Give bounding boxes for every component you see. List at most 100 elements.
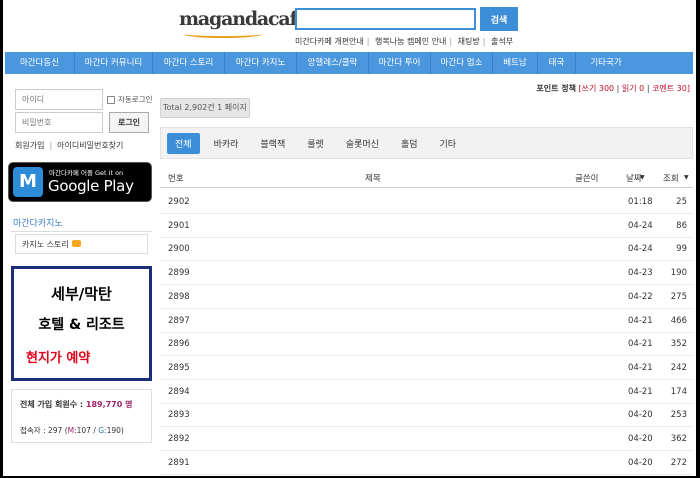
tab-blackjack[interactable]: 블랙잭 xyxy=(252,133,293,154)
id-input[interactable] xyxy=(15,89,103,110)
post-views: 99 xyxy=(676,244,687,255)
post-views: 272 xyxy=(670,457,687,468)
login-button[interactable]: 로그인 xyxy=(109,112,149,133)
password-input[interactable] xyxy=(15,112,103,133)
tab-baccarat[interactable]: 바카라 xyxy=(206,133,247,154)
table-header: 번호 제목 글쓴이 날짜 ▼ 조회 ▼ xyxy=(160,166,693,188)
search-input[interactable] xyxy=(295,8,476,30)
post-date: 04-20 xyxy=(628,410,653,421)
post-views: 242 xyxy=(670,362,687,373)
g-label: G: xyxy=(98,426,107,435)
visitor-label: 접속자 : 297 ( xyxy=(20,426,68,435)
post-views: 190 xyxy=(670,268,687,279)
post-date: 04-24 xyxy=(628,220,653,231)
new-badge-icon xyxy=(71,240,81,247)
col-views[interactable]: 조회 xyxy=(663,172,679,184)
app-logo-icon: M xyxy=(13,167,43,197)
tab-holdem[interactable]: 홀덤 xyxy=(393,133,426,154)
points-label: 포인트 정책 xyxy=(536,84,576,93)
tab-slots[interactable]: 슬롯머신 xyxy=(338,133,387,154)
sort-icon[interactable]: ▼ xyxy=(640,174,645,181)
post-date: 04-23 xyxy=(628,268,653,279)
nav-item[interactable]: 마간다 투어 xyxy=(369,52,431,74)
nav-item[interactable]: 마간다 스토리 xyxy=(153,52,225,74)
find-account-link[interactable]: 아이디비밀번호찾기 xyxy=(57,141,123,150)
member-count-value: 189,770 명 xyxy=(85,400,133,409)
table-row[interactable]: 2900[블랙잭] 솔레어 향기가 그립네요 (5) NEW제페리20...04… xyxy=(160,237,693,262)
nav-item[interactable]: 태국 xyxy=(538,52,576,74)
page-frame: magandacafe 검색 미간다카페 개편안내 | 행복나눔 캠페인 안내 | … xyxy=(3,0,696,476)
post-views: 86 xyxy=(676,220,687,231)
tab-etc[interactable]: 기타 xyxy=(432,133,465,154)
nav-item[interactable]: 앙헬레스/클락 xyxy=(297,52,369,74)
site-logo[interactable]: magandacafe xyxy=(175,6,309,40)
points-policy: 포인트 정책 [쓰기 300 | 읽기 0 | 코멘트 30] xyxy=(536,84,690,93)
table-row[interactable]: 2899[기타] 요즘같이 더울때는 (13) NEW HOT니스04-2319… xyxy=(160,261,693,286)
post-views: 352 xyxy=(670,339,687,350)
post-date: 04-21 xyxy=(628,315,653,326)
auto-login-checkbox[interactable]: 자동로그인 xyxy=(107,94,153,105)
google-play-banner[interactable]: M 마간다카페 어플 Get it on Google Play xyxy=(8,162,152,202)
table-row[interactable]: 2891[바카라] 방수곰 마카오5주차(마카오를 빙자한 홰주이야기) (22… xyxy=(160,451,693,475)
m-value: 107 xyxy=(76,426,91,435)
post-date: 04-20 xyxy=(628,457,653,468)
table-row[interactable]: 2893[블랙잭] 요한네스버그(2) (8) HOT번개불04-20253 xyxy=(160,403,693,428)
sort-icon[interactable]: ▼ xyxy=(684,174,689,181)
top-link[interactable]: 출석부 xyxy=(491,37,513,46)
nav-item[interactable]: 마간다 커뮤니티 xyxy=(75,52,153,74)
nav-item[interactable]: 마간다 카지노 xyxy=(225,52,297,74)
login-links: 회원가입 | 아이디비밀번호찾기 xyxy=(15,141,124,150)
table-row[interactable]: 2897[기타] 재오픈 하였을때의 카지노 (15) HOT니스04-2146… xyxy=(160,309,693,333)
g-value: 190 xyxy=(106,426,121,435)
gplay-small-text: 마간다카페 어플 Get it on xyxy=(49,169,124,177)
post-num: 2897 xyxy=(168,315,190,326)
search-button[interactable]: 검색 xyxy=(480,7,518,31)
table-row[interactable]: 2892[블랙잭] 남아공 요한네스버그 (7) HOT번개불04-20362 xyxy=(160,427,693,451)
table-row[interactable]: 2896[바카라] 방수곰 17년도 마카오 재방문기(리오사우나) (40) … xyxy=(160,332,693,357)
post-views: 253 xyxy=(670,410,687,421)
table-row[interactable]: 2895[바카라] 방수곰 카지노 번외기(싱가폴) (29) HOT방수곰04… xyxy=(160,356,693,380)
top-link[interactable]: 행복나눔 캠페인 안내 xyxy=(375,37,446,46)
post-num: 2895 xyxy=(168,362,190,373)
ad-line-3: 현지가 예약 xyxy=(26,351,91,366)
table-row[interactable]: 2898[기타] 라스베이거스는 언제 리오픈 할까요 (11) HOT니스04… xyxy=(160,285,693,309)
visitor-count: 접속자 : 297 (M:107 / G:190) xyxy=(20,426,124,435)
post-views: 25 xyxy=(676,197,687,207)
top-link[interactable]: 채팅방 xyxy=(458,37,480,46)
col-num: 번호 xyxy=(168,174,184,184)
post-date: 04-21 xyxy=(628,362,653,373)
post-num: 2898 xyxy=(168,291,190,302)
table-row[interactable]: 2894[바카라] 방수곰 마카오 번외기(배우처,홍콩) (17) HOT방수… xyxy=(160,380,693,404)
points-read: 읽기 0 xyxy=(621,84,645,93)
ad-line-1: 세부/막탄 xyxy=(51,285,112,303)
post-date: 04-24 xyxy=(628,244,653,255)
m-label: M: xyxy=(67,426,77,435)
signup-link[interactable]: 회원가입 xyxy=(15,141,44,150)
table-row[interactable]: 2902[기타] 뉴월드카지노 NEW니스01:1825 xyxy=(160,190,693,214)
post-date: 04-21 xyxy=(628,339,653,350)
category-title: 마간다카지노 xyxy=(11,214,152,232)
tab-roulette[interactable]: 룰렛 xyxy=(299,133,332,154)
nav-item[interactable]: 베트남 xyxy=(493,52,538,74)
nav-item[interactable]: 마간다동신 xyxy=(5,52,75,74)
table-row[interactable]: 2901[바카라] 지난번 COD에서 (14) NEW니스04-2486 xyxy=(160,214,693,238)
post-num: 2902 xyxy=(168,197,190,207)
post-date: 04-22 xyxy=(628,291,653,302)
main-nav: 마간다동신 마간다 커뮤니티 마간다 스토리 마간다 카지노 앙헬레스/클락 마… xyxy=(5,52,693,74)
logo-swoosh xyxy=(183,30,263,38)
auto-login-label: 자동로그인 xyxy=(118,95,153,104)
tab-all[interactable]: 전체 xyxy=(167,132,200,154)
post-date: 01:18 xyxy=(628,197,653,207)
top-link[interactable]: 미간다카페 개편안내 xyxy=(295,37,364,46)
gplay-big-text: Google Play xyxy=(48,177,134,195)
nav-item[interactable]: 마간다 업소 xyxy=(431,52,493,74)
col-title: 제목 xyxy=(365,174,381,184)
post-views: 275 xyxy=(670,291,687,302)
post-views: 466 xyxy=(670,315,687,326)
category-item[interactable]: 카지노 스토리 xyxy=(15,234,148,254)
points-write: [쓰기 300 xyxy=(578,84,615,93)
member-count: 전체 가입 회원수 : 189,770 명 xyxy=(20,399,132,410)
post-num: 2891 xyxy=(168,457,190,468)
ad-banner[interactable]: 세부/막탄 호텔 & 리조트 현지가 예약 xyxy=(11,266,152,381)
nav-item[interactable]: 기타국가 xyxy=(576,52,636,74)
